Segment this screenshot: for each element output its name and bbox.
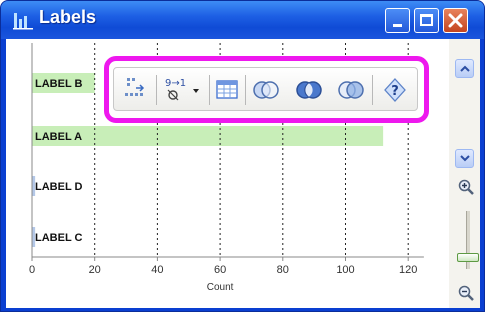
svg-text:?: ? (391, 84, 399, 99)
x-tick-label: 80 (277, 264, 289, 276)
category-label: LABEL A (35, 131, 82, 143)
highlighted-toolbar: 9→1 ? (104, 56, 429, 123)
category-label: LABEL D (35, 181, 83, 193)
zoom-slider-thumb[interactable] (457, 253, 479, 262)
table-view-icon[interactable] (213, 74, 241, 106)
bar-chart-app-icon (13, 13, 33, 30)
venn-c-icon[interactable] (336, 74, 366, 106)
venn-b-icon[interactable] (294, 74, 324, 106)
sort-order-dropdown[interactable]: 9→1 (162, 74, 204, 106)
toolbar-separator (209, 75, 210, 105)
toolbar-separator (372, 75, 373, 105)
toolbar: 9→1 ? (113, 67, 418, 111)
x-tick-label: 40 (151, 264, 163, 276)
toolbar-separator (245, 75, 246, 105)
chevron-up-icon (460, 65, 470, 72)
close-button[interactable] (443, 8, 468, 33)
labels-window: Labels LABEL B LABEL A LABEL D LABEL C 0 20 40… (0, 0, 485, 312)
zoom-out-icon[interactable] (458, 285, 474, 301)
x-tick-label: 120 (399, 264, 417, 276)
maximize-icon (420, 14, 433, 26)
venn-a-icon[interactable] (251, 74, 281, 106)
scroll-up-button[interactable] (455, 59, 474, 78)
chevron-down-icon (460, 155, 470, 162)
window-title: Labels (39, 7, 97, 27)
minimize-button[interactable] (385, 8, 410, 33)
zoom-in-icon[interactable] (458, 179, 474, 195)
help-icon[interactable]: ? (381, 74, 409, 106)
category-label: LABEL C (35, 232, 83, 244)
minimize-icon (393, 24, 402, 27)
x-tick-label: 100 (336, 264, 354, 276)
bar (32, 126, 384, 146)
close-icon (448, 13, 463, 28)
dropdown-arrow-icon (193, 89, 199, 93)
x-axis-label: Count (207, 282, 234, 293)
title-bar[interactable]: Labels (1, 1, 484, 39)
sort-order-label: 9→1 (165, 78, 186, 89)
group-sort-icon[interactable] (122, 74, 148, 106)
scroll-down-button[interactable] (455, 149, 474, 168)
category-label: LABEL B (35, 78, 83, 90)
x-tick-label: 60 (214, 264, 226, 276)
side-controls (449, 39, 480, 308)
x-tick-label: 0 (29, 264, 35, 276)
x-tick-label: 20 (89, 264, 101, 276)
toolbar-separator (156, 75, 157, 105)
maximize-button[interactable] (414, 8, 439, 33)
